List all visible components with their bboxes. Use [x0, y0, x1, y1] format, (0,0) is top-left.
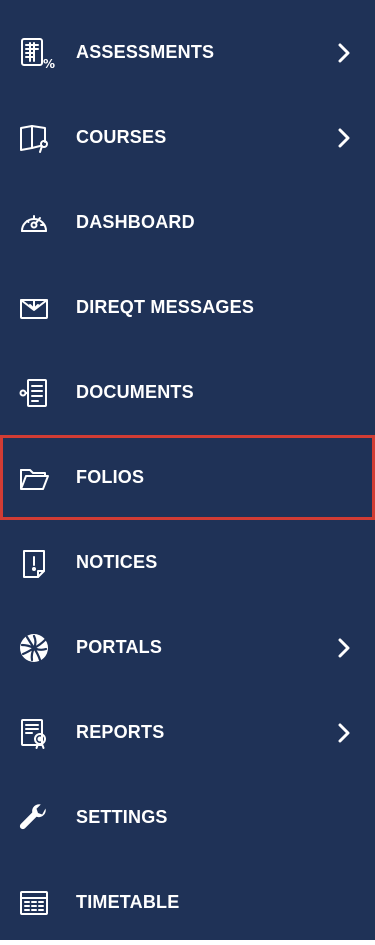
sidebar-item-timetable[interactable]: TIMETABLE [0, 860, 375, 945]
sidebar-item-label: DASHBOARD [76, 212, 195, 232]
timetable-icon [18, 887, 62, 919]
svg-text:%: % [43, 57, 55, 71]
chevron-right-icon[interactable] [333, 127, 355, 149]
sidebar-item-label: ASSESSMENTS [76, 42, 215, 62]
chevron-right-icon[interactable] [333, 722, 355, 744]
assessments-icon: % [18, 37, 62, 71]
sidebar-item-notices[interactable]: NOTICES [0, 520, 375, 605]
sidebar-item-assessments[interactable]: % ASSESSMENTS [0, 10, 375, 95]
sidebar-item-folios[interactable]: FOLIOS [0, 435, 375, 520]
chevron-right-icon[interactable] [333, 42, 355, 64]
sidebar-item-label: PORTALS [76, 637, 163, 657]
folder-icon [18, 462, 62, 494]
wrench-icon [18, 802, 62, 834]
sidebar-item-documents[interactable]: DOCUMENTS [0, 350, 375, 435]
sidebar-item-label: TIMETABLE [76, 892, 180, 912]
documents-icon [18, 377, 62, 409]
sidebar-item-label: COURSES [76, 127, 167, 147]
reports-icon [18, 717, 62, 749]
sidebar-item-label: SETTINGS [76, 807, 168, 827]
sidebar-item-label: NOTICES [76, 552, 158, 572]
sidebar-item-reports[interactable]: REPORTS [0, 690, 375, 775]
sidebar: % ASSESSMENTS COURSES DASHBOARD DIREQT M… [0, 0, 375, 940]
sidebar-item-label: DIREQT MESSAGES [76, 297, 255, 317]
courses-icon [18, 122, 62, 154]
sidebar-item-dashboard[interactable]: DASHBOARD [0, 180, 375, 265]
sidebar-item-portals[interactable]: PORTALS [0, 605, 375, 690]
notices-icon [18, 547, 62, 579]
sidebar-menu: % ASSESSMENTS COURSES DASHBOARD DIREQT M… [0, 10, 375, 945]
sidebar-item-settings[interactable]: SETTINGS [0, 775, 375, 860]
dashboard-icon [18, 207, 62, 239]
sidebar-item-direqt-messages[interactable]: DIREQT MESSAGES [0, 265, 375, 350]
sidebar-item-label: FOLIOS [76, 467, 145, 487]
sidebar-item-label: DOCUMENTS [76, 382, 194, 402]
sidebar-item-label: REPORTS [76, 722, 165, 742]
chevron-right-icon[interactable] [333, 637, 355, 659]
sidebar-item-courses[interactable]: COURSES [0, 95, 375, 180]
portals-icon [18, 632, 62, 664]
messages-icon [18, 292, 62, 324]
